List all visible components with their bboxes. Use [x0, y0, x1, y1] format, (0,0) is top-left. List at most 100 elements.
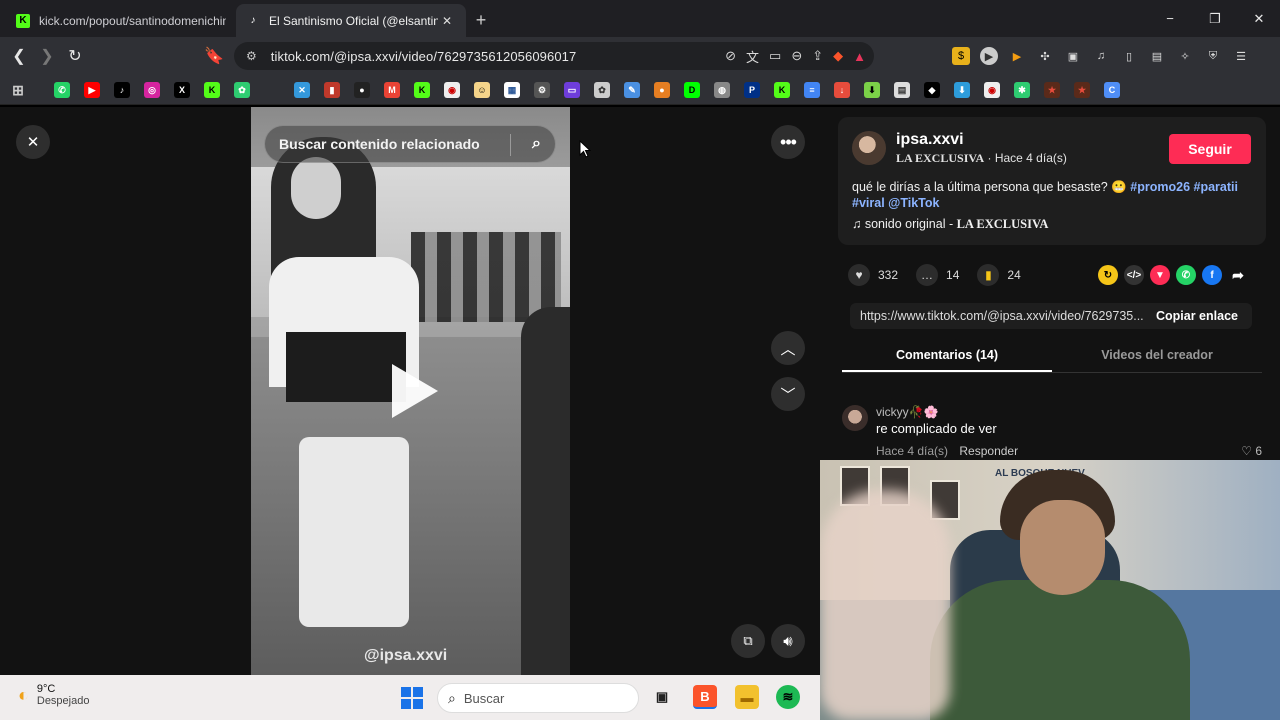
- address-bar[interactable]: ⚙ tiktok.com/@ipsa.xxvi/video/7629735612…: [234, 42, 874, 70]
- globe-icon[interactable]: ◍: [714, 82, 730, 98]
- avatar[interactable]: [852, 131, 886, 165]
- tiktok-icon[interactable]: ♪: [114, 82, 130, 98]
- embed-icon[interactable]: </>: [1124, 265, 1144, 285]
- like-button[interactable]: ♥ 332: [848, 264, 898, 286]
- new-tab-button[interactable]: +: [466, 4, 496, 37]
- docs-icon[interactable]: ≡: [804, 82, 820, 98]
- send-icon[interactable]: ▼: [1150, 265, 1170, 285]
- pip-button[interactable]: ⧉: [731, 624, 765, 658]
- kick-icon[interactable]: K: [204, 82, 220, 98]
- x-icon[interactable]: X: [174, 82, 190, 98]
- maximize-button[interactable]: ❐: [1193, 0, 1237, 37]
- wallet-icon[interactable]: ▤: [1148, 47, 1166, 65]
- close-button[interactable]: ✕: [16, 125, 50, 159]
- weather-widget[interactable]: ◐ 9°C Despejado: [18, 683, 89, 707]
- whatsapp-icon[interactable]: ✆: [54, 82, 70, 98]
- minimize-button[interactable]: −: [1148, 0, 1192, 37]
- reload-button[interactable]: ↻: [61, 42, 89, 70]
- save-button[interactable]: ▮ 24: [977, 264, 1021, 286]
- openai-icon[interactable]: ✿: [594, 82, 610, 98]
- mention-link[interactable]: @TikTok: [888, 196, 939, 210]
- task-view-icon[interactable]: ▣: [650, 685, 674, 709]
- video-link[interactable]: https://www.tiktok.com/@ipsa.xxvi/video/…: [850, 309, 1150, 323]
- tab-creator-videos[interactable]: Videos del creador: [1052, 339, 1262, 372]
- volume-button[interactable]: 🔊︎: [771, 624, 805, 658]
- download-icon[interactable]: ⬇: [864, 82, 880, 98]
- brave-rewards-icon[interactable]: ▲: [853, 49, 866, 64]
- related-search-input[interactable]: Buscar contenido relacionado ⌕: [264, 125, 556, 163]
- whatsapp-icon[interactable]: ✆: [1176, 265, 1196, 285]
- screenshot-icon[interactable]: ▣: [1064, 47, 1082, 65]
- puzzle-icon[interactable]: ✣: [1036, 47, 1054, 65]
- download-icon[interactable]: ↓: [834, 82, 850, 98]
- extension-icon[interactable]: ▦: [504, 82, 520, 98]
- hashtag-link[interactable]: #promo26: [1130, 180, 1190, 194]
- close-window-button[interactable]: ✕: [1237, 0, 1280, 37]
- kick-icon[interactable]: K: [774, 82, 790, 98]
- tab-kick[interactable]: K kick.com/popout/santinodomenichin: [6, 4, 236, 37]
- start-button[interactable]: [401, 687, 423, 709]
- extension-icon[interactable]: ▭: [564, 82, 580, 98]
- taskbar-search[interactable]: ⌕ Buscar: [437, 683, 639, 713]
- share-arrow-icon[interactable]: ➦: [1228, 265, 1248, 285]
- copy-link-button[interactable]: Copiar enlace: [1156, 309, 1238, 323]
- repost-icon[interactable]: ↻: [1098, 265, 1118, 285]
- comment-author[interactable]: vickyy🥀🌸: [876, 405, 939, 419]
- hashtag-link[interactable]: #viral: [852, 196, 885, 210]
- no-tracking-icon[interactable]: ⊘: [725, 48, 736, 64]
- back-button[interactable]: ❮: [5, 42, 33, 70]
- extension-icon[interactable]: ◉: [984, 82, 1000, 98]
- brave-shield-icon[interactable]: ◆: [833, 48, 843, 64]
- star-icon[interactable]: ★: [1074, 82, 1090, 98]
- extension-icon[interactable]: ⚙: [534, 82, 550, 98]
- play-icon[interactable]: [392, 364, 438, 418]
- chart-icon[interactable]: ▮: [324, 82, 340, 98]
- translate-icon[interactable]: 文: [746, 47, 759, 66]
- extension-icon[interactable]: ◆: [924, 82, 940, 98]
- extension-icon[interactable]: ✱: [1014, 82, 1030, 98]
- sidebar-icon[interactable]: ▯: [1120, 47, 1138, 65]
- paypal-icon[interactable]: P: [744, 82, 760, 98]
- extension-icon[interactable]: $: [952, 47, 970, 65]
- menu-icon[interactable]: ☰: [1232, 47, 1250, 65]
- next-video-button[interactable]: ﹀: [771, 377, 805, 411]
- comment-like-button[interactable]: ♡ 6: [1241, 444, 1262, 458]
- comment-button[interactable]: … 14: [916, 264, 959, 286]
- share-icon[interactable]: ⇪: [812, 48, 823, 64]
- gmail-icon[interactable]: M: [384, 82, 400, 98]
- spotify-icon[interactable]: ≋: [776, 685, 800, 709]
- brave-icon[interactable]: B: [693, 685, 717, 709]
- extension-icon[interactable]: ✿: [234, 82, 250, 98]
- kick-icon[interactable]: K: [414, 82, 430, 98]
- youtube-icon[interactable]: ▶: [84, 82, 100, 98]
- file-icon[interactable]: ▤: [894, 82, 910, 98]
- extension-icon[interactable]: ☺: [474, 82, 490, 98]
- site-settings-icon[interactable]: ⚙: [246, 49, 257, 63]
- forward-button[interactable]: ❯: [33, 42, 61, 70]
- github-icon[interactable]: ●: [354, 82, 370, 98]
- cast-icon[interactable]: ▭: [769, 48, 781, 64]
- tab-tiktok[interactable]: ♪ El Santinismo Oficial (@elsantini ✕: [236, 4, 466, 37]
- username[interactable]: ipsa.xxvi: [896, 131, 964, 149]
- extension-icon[interactable]: ◉: [444, 82, 460, 98]
- zoom-icon[interactable]: ⊖: [791, 48, 802, 64]
- extension-icon[interactable]: ●: [654, 82, 670, 98]
- facebook-icon[interactable]: f: [1202, 265, 1222, 285]
- previous-video-button[interactable]: ︿: [771, 331, 805, 365]
- avatar[interactable]: [842, 405, 868, 431]
- extension-icon[interactable]: C: [1104, 82, 1120, 98]
- follow-button[interactable]: Seguir: [1169, 134, 1251, 164]
- folder-icon[interactable]: ▬: [735, 685, 759, 709]
- reply-button[interactable]: Responder: [959, 444, 1018, 458]
- sound-link[interactable]: ♫ sonido original - LA EXCLUSIVA: [852, 217, 1048, 232]
- extension-icon[interactable]: ✎: [624, 82, 640, 98]
- vpn-icon[interactable]: ⛨: [1204, 47, 1222, 65]
- extension-icon[interactable]: ✕: [294, 82, 310, 98]
- download-icon[interactable]: ⬇: [954, 82, 970, 98]
- hashtag-link[interactable]: #paratii: [1194, 180, 1238, 194]
- music-icon[interactable]: ♫: [1092, 47, 1110, 65]
- leo-icon[interactable]: ✧: [1176, 47, 1194, 65]
- star-icon[interactable]: ★: [1044, 82, 1060, 98]
- play-orange-icon[interactable]: ▶: [1008, 47, 1026, 65]
- tab-comments[interactable]: Comentarios (14): [842, 339, 1052, 372]
